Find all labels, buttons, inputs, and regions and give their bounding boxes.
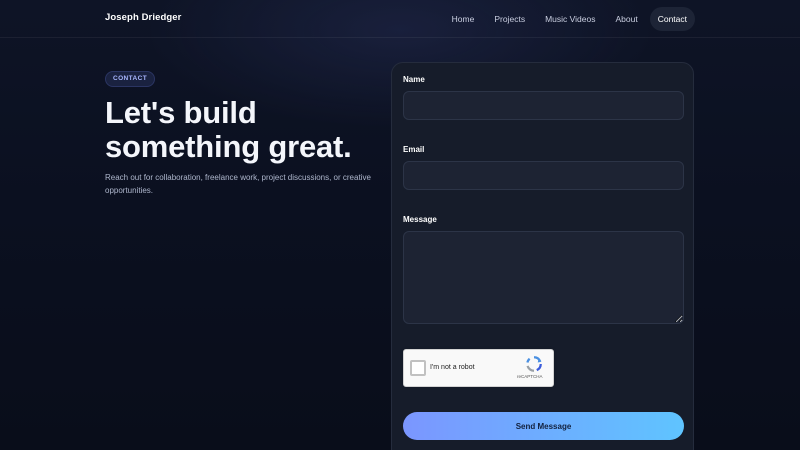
site-brand[interactable]: Joseph Driedger <box>105 12 181 23</box>
email-field[interactable] <box>403 161 684 190</box>
send-message-button[interactable]: Send Message <box>403 412 684 440</box>
nav-home[interactable]: Home <box>442 7 485 31</box>
message-field[interactable] <box>403 231 684 324</box>
contact-badge: CONTACT <box>105 71 156 87</box>
recaptcha-brand: reCAPTCHA <box>517 374 543 379</box>
main-nav: Home Projects Music Videos About Contact <box>442 7 695 31</box>
message-label: Message <box>403 215 437 224</box>
page-subtitle: Reach out for collaboration, freelance w… <box>105 173 371 195</box>
nav-contact[interactable]: Contact <box>649 7 695 31</box>
name-label: Name <box>403 75 425 84</box>
site-header: Joseph Driedger Home Projects Music Vide… <box>0 0 800 38</box>
name-field[interactable] <box>403 91 684 120</box>
page-title: Let's build something great. <box>105 95 352 164</box>
contact-form: Name Email Message I'm not a robot reCAP… <box>391 62 694 450</box>
recaptcha-widget: I'm not a robot reCAPTCHA <box>403 349 554 387</box>
recaptcha-checkbox[interactable] <box>410 360 426 376</box>
nav-about[interactable]: About <box>605 7 647 31</box>
nav-music-videos[interactable]: Music Videos <box>535 7 605 31</box>
recaptcha-logo-icon <box>526 356 542 372</box>
recaptcha-label: I'm not a robot <box>430 364 475 371</box>
nav-projects[interactable]: Projects <box>484 7 535 31</box>
email-label: Email <box>403 145 425 154</box>
